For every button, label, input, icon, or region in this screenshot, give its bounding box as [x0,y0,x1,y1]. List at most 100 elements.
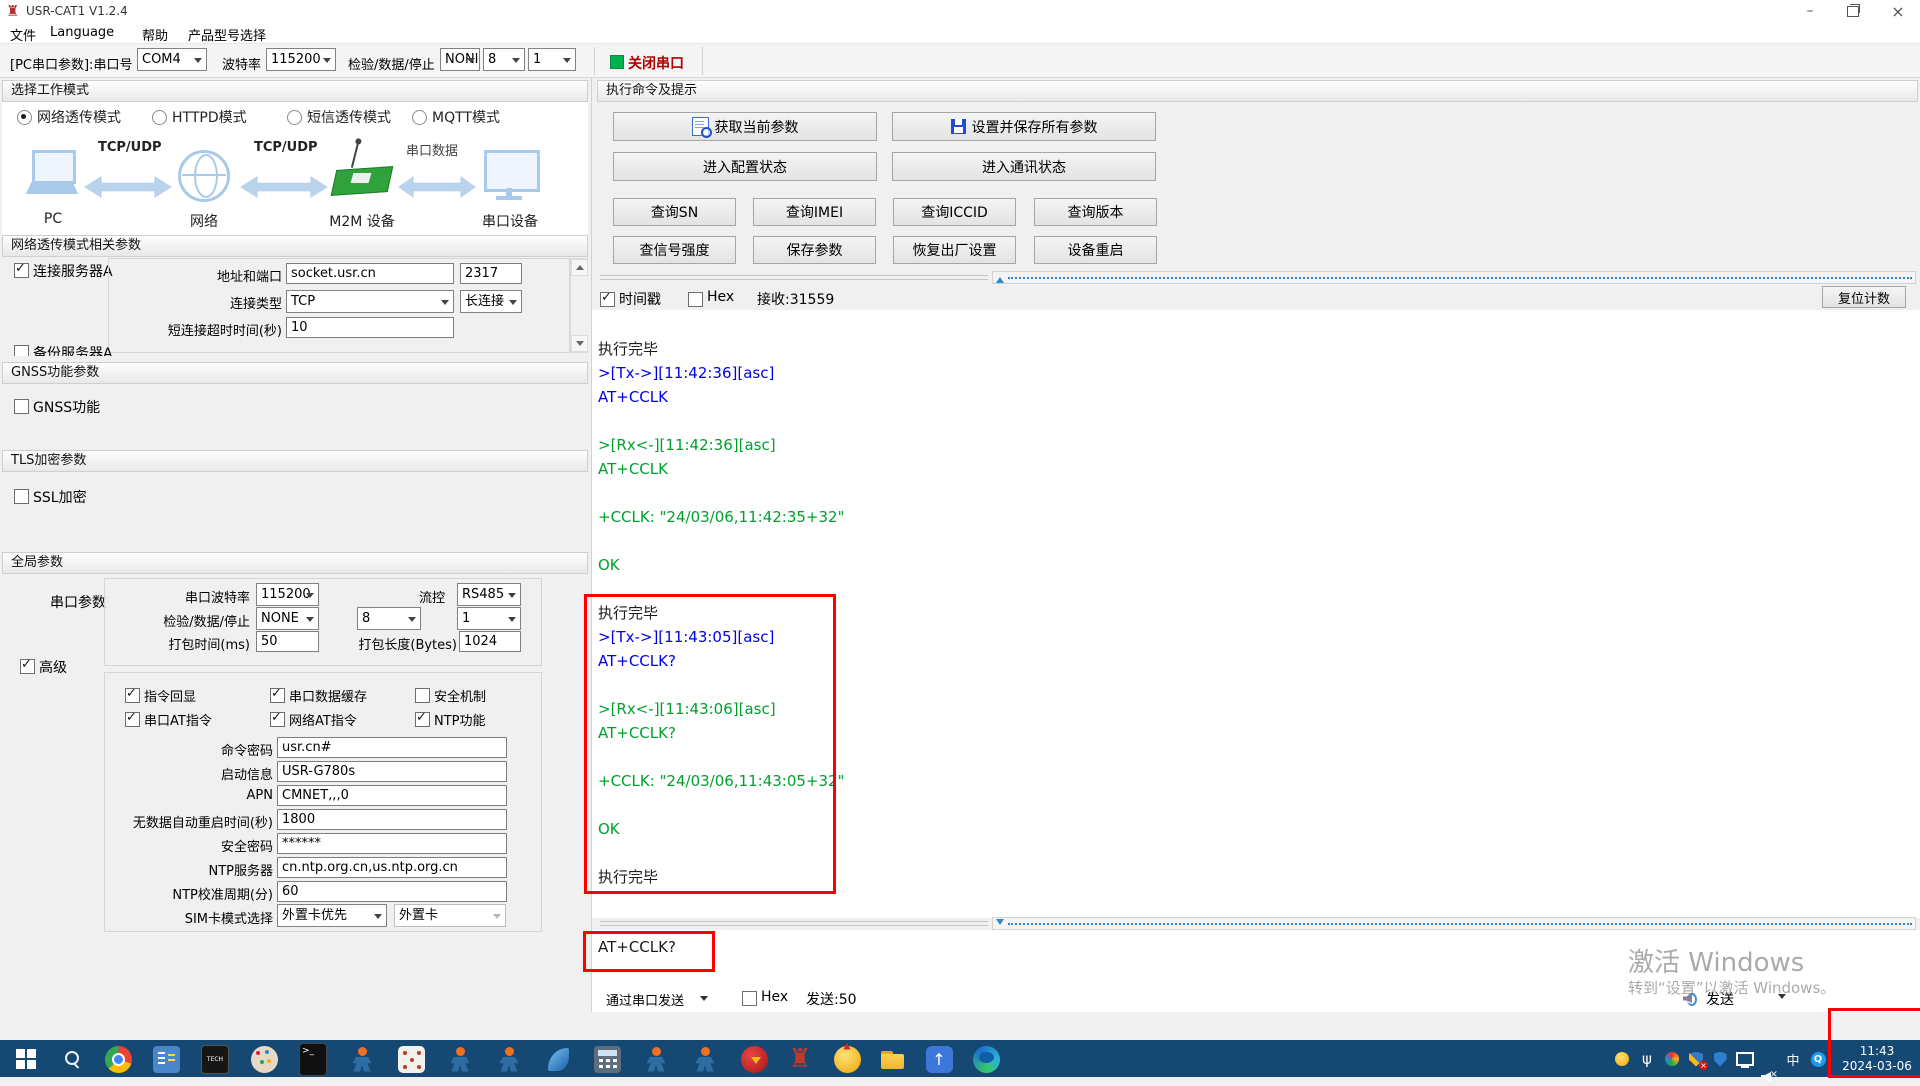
security-mech-checkbox[interactable] [415,688,430,703]
enter-config-button[interactable]: 进入配置状态 [613,152,877,181]
query-sn-button[interactable]: 查询SN [613,198,736,226]
tray-volume-muted-icon[interactable] [1759,1068,1779,1086]
taskbar-usr-app[interactable]: ♜ [786,1045,814,1073]
taskbar-wireshark[interactable] [544,1045,572,1073]
g-stopbits-select[interactable]: 1 [457,607,521,630]
taskbar-dice-app[interactable] [397,1045,425,1073]
query-iccid-button[interactable]: 查询ICCID [893,198,1016,226]
taskbar-edge[interactable] [972,1045,1000,1073]
taskbar-person-app-5[interactable] [691,1045,719,1073]
radio-httpd[interactable] [152,110,167,125]
tray-ime-indicator[interactable]: 中 [1783,1050,1803,1068]
tray-mascot-icon[interactable] [1612,1050,1632,1068]
boot-info-input[interactable]: USR-G780s [277,761,507,782]
baud-select[interactable]: 115200 [266,48,336,71]
menu-file[interactable]: 文件 [10,25,36,44]
taskbar-terminal[interactable]: >_ [299,1045,327,1073]
parity-select[interactable]: NONI [440,48,480,71]
stopbits-select[interactable]: 1 [528,48,576,71]
query-version-button[interactable]: 查询版本 [1034,198,1157,226]
advanced-checkbox[interactable] [20,659,35,674]
taskbar-chrome[interactable] [104,1045,132,1073]
minimize-button[interactable]: – [1795,0,1825,22]
taskbar-person-app-3[interactable] [495,1045,523,1073]
taskbar-mascot-app[interactable] [833,1045,861,1073]
security-password-input[interactable]: ****** [277,833,507,854]
device-restart-button[interactable]: 设备重启 [1034,236,1157,264]
com-port-select[interactable]: COM4 [137,48,207,71]
g-baud-select[interactable]: 115200 [256,583,319,606]
set-save-all-button[interactable]: 设置并保存所有参数 [892,112,1156,141]
radio-net-passthrough[interactable] [17,110,32,125]
save-params-button[interactable]: 保存参数 [753,236,876,264]
hex-display-checkbox[interactable] [688,292,703,307]
close-port-button[interactable]: 关闭串口 [628,53,684,73]
tray-defender-icon[interactable] [1686,1050,1706,1068]
start-button[interactable] [12,1045,40,1073]
menu-product-model[interactable]: 产品型号选择 [188,25,266,44]
cmd-password-input[interactable]: usr.cn# [277,737,507,758]
ssl-checkbox[interactable] [14,489,29,504]
factory-reset-button[interactable]: 恢复出厂设置 [893,236,1016,264]
cmd-echo-checkbox[interactable] [125,688,140,703]
sim-mode2-select[interactable]: 外置卡 [394,904,506,927]
tray-q-app-icon[interactable] [1808,1050,1828,1068]
pack-len-input[interactable]: 1024 [459,631,521,652]
get-params-button[interactable]: 获取当前参数 [613,112,877,141]
sim-mode-select[interactable]: 外置卡优先 [277,904,387,927]
taskbar-person-app-2[interactable] [446,1045,474,1073]
taskbar-person-app-4[interactable] [642,1045,670,1073]
query-imei-button[interactable]: 查询IMEI [753,198,876,226]
taskbar-person-app-1[interactable] [348,1045,376,1073]
log-splitter-top[interactable] [992,271,1916,284]
server-address-input[interactable]: socket.usr.cn [286,263,454,284]
maximize-button[interactable] [1838,0,1868,22]
log-splitter-bottom[interactable] [992,917,1916,930]
no-data-restart-input[interactable]: 1800 [277,809,507,830]
conn-mode-select[interactable]: 长连接 [460,290,522,313]
menu-language[interactable]: Language [50,25,114,40]
close-button[interactable]: × [1883,0,1913,22]
query-signal-button[interactable]: 查信号强度 [613,236,736,264]
search-button[interactable] [58,1045,86,1073]
g-databits-select[interactable]: 8 [357,607,421,630]
scroll-up-icon[interactable] [571,259,588,276]
scroll-down-icon[interactable] [571,335,588,352]
net-params-scrollbar[interactable] [570,258,588,353]
taskbar-tech-tool[interactable]: TECH [201,1045,229,1073]
pack-time-input[interactable]: 50 [256,631,319,652]
server-a-checkbox[interactable] [14,263,29,278]
menu-help[interactable]: 帮助 [142,25,168,44]
send-hex-checkbox[interactable] [742,991,757,1006]
taskbar-file-explorer[interactable] [878,1045,906,1073]
tray-dual-monitor-icon[interactable] [1735,1050,1755,1068]
taskbar-report-tool[interactable] [152,1045,180,1073]
gnss-checkbox[interactable] [14,399,29,414]
timestamp-checkbox[interactable] [600,292,615,307]
taskbar-red-bird-app[interactable] [740,1045,768,1073]
tray-security-shield-icon[interactable] [1710,1050,1730,1068]
net-at-checkbox[interactable] [270,712,285,727]
g-flow-select[interactable]: RS485 [457,583,521,606]
databits-select[interactable]: 8 [483,48,525,71]
reset-counter-button[interactable]: 复位计数 [1822,286,1906,308]
taskbar-calculator[interactable] [593,1045,621,1073]
g-parity-select[interactable]: NONE [256,607,319,630]
server-b-checkbox[interactable] [14,345,29,356]
radio-mqtt[interactable] [412,110,427,125]
tray-color-swirl-icon[interactable] [1662,1050,1682,1068]
apn-input[interactable]: CMNET,,,0 [277,785,507,806]
short-timeout-input[interactable]: 10 [286,317,454,338]
send-via-dropdown[interactable]: 通过串口发送 [606,990,684,1009]
enter-comm-button[interactable]: 进入通讯状态 [892,152,1156,181]
conn-type-select[interactable]: TCP [286,290,454,313]
tray-usb-icon[interactable]: ψ [1637,1050,1657,1068]
ntp-period-input[interactable]: 60 [277,881,507,902]
serial-cache-checkbox[interactable] [270,688,285,703]
radio-sms-passthrough[interactable] [287,110,302,125]
server-port-input[interactable]: 2317 [460,263,522,284]
serial-at-checkbox[interactable] [125,712,140,727]
taskbar-paint[interactable] [250,1045,278,1073]
ntp-checkbox[interactable] [415,712,430,727]
ntp-server-input[interactable]: cn.ntp.org.cn,us.ntp.org.cn [277,857,507,878]
